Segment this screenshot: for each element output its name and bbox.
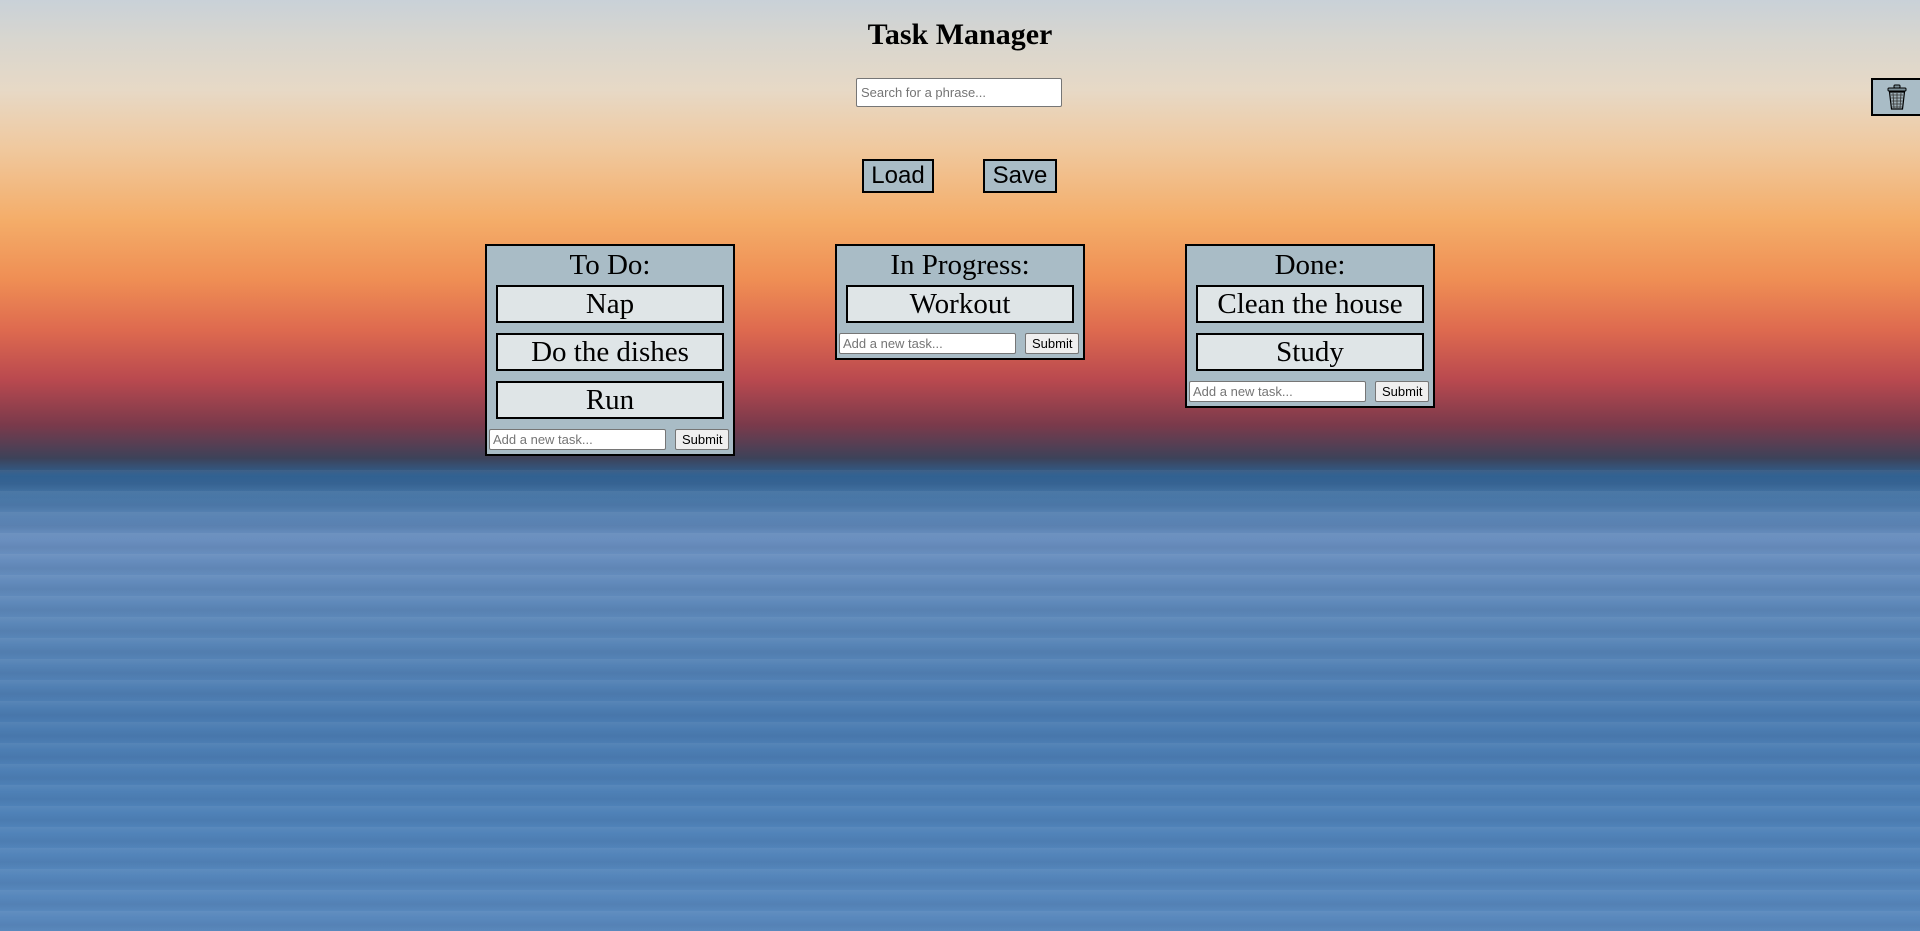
load-button[interactable]: Load bbox=[862, 159, 934, 193]
add-task-row: Submit bbox=[837, 331, 1083, 356]
task-card[interactable]: Clean the house bbox=[1196, 285, 1424, 323]
task-card[interactable]: Study bbox=[1196, 333, 1424, 371]
trash-button[interactable] bbox=[1871, 78, 1920, 116]
column-todo: To Do: Nap Do the dishes Run Submit bbox=[485, 244, 735, 456]
new-task-input[interactable] bbox=[489, 429, 666, 450]
column-title: In Progress: bbox=[890, 249, 1030, 281]
save-button[interactable]: Save bbox=[983, 159, 1057, 193]
submit-button[interactable]: Submit bbox=[1375, 381, 1430, 402]
add-task-row: Submit bbox=[487, 427, 733, 452]
column-done: Done: Clean the house Study Submit bbox=[1185, 244, 1435, 408]
column-in-progress: In Progress: Workout Submit bbox=[835, 244, 1085, 360]
task-card[interactable]: Do the dishes bbox=[496, 333, 724, 371]
task-card[interactable]: Nap bbox=[496, 285, 724, 323]
background-water-texture bbox=[0, 470, 1920, 931]
new-task-input[interactable] bbox=[839, 333, 1016, 354]
add-task-row: Submit bbox=[1187, 379, 1433, 404]
column-title: To Do: bbox=[569, 249, 651, 281]
page-title: Task Manager bbox=[867, 18, 1053, 51]
task-card[interactable]: Run bbox=[496, 381, 724, 419]
trash-can-icon bbox=[1887, 84, 1906, 110]
task-card[interactable]: Workout bbox=[846, 285, 1074, 323]
search-input[interactable] bbox=[856, 78, 1062, 107]
column-title: Done: bbox=[1274, 249, 1346, 281]
submit-button[interactable]: Submit bbox=[1025, 333, 1080, 354]
submit-button[interactable]: Submit bbox=[675, 429, 730, 450]
new-task-input[interactable] bbox=[1189, 381, 1366, 402]
